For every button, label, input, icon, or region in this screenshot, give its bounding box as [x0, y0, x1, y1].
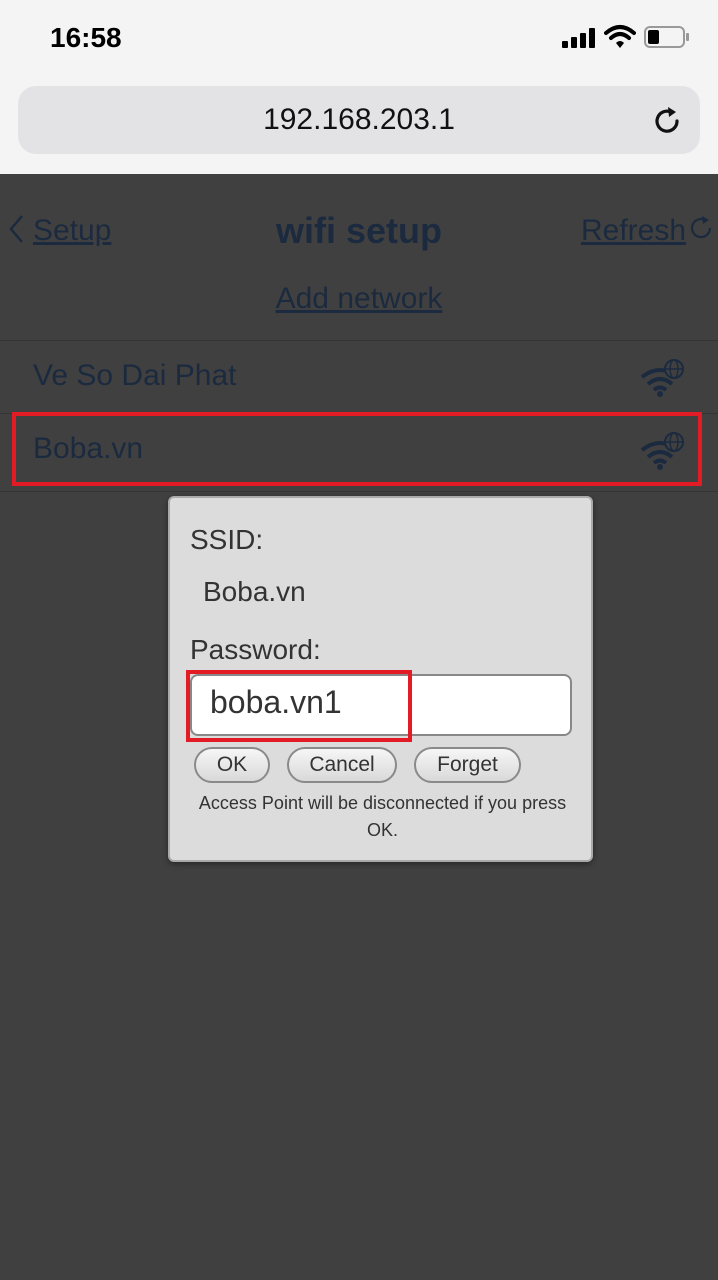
refresh-link[interactable]: Refresh — [581, 214, 686, 248]
password-field[interactable]: boba.vn1 — [190, 674, 572, 736]
ssid-value: Boba.vn — [203, 576, 306, 607]
wifi-icon — [604, 25, 636, 48]
url-text[interactable]: 192.168.203.1 — [18, 86, 700, 154]
status-bar: 16:58 — [0, 0, 718, 78]
password-label: Password: — [190, 634, 321, 665]
signal-icon — [562, 28, 595, 48]
cancel-button[interactable]: Cancel — [287, 747, 397, 783]
selected-network-highlight — [12, 412, 702, 486]
wifi-password-dialog: SSID: Boba.vn Password: boba.vn1 OK Canc… — [168, 496, 593, 862]
browser-toolbar: 192.168.203.1 — [0, 78, 718, 174]
disconnect-note: Access Point will be disconnected if you… — [198, 793, 567, 840]
ssid-label: SSID: — [190, 524, 264, 555]
wifi-globe-icon — [640, 359, 684, 397]
network-ssid: Ve So Dai Phat — [33, 359, 237, 392]
reload-icon[interactable] — [650, 104, 684, 138]
status-time: 16:58 — [50, 22, 122, 53]
refresh-icon[interactable] — [687, 214, 715, 242]
network-item-ve-so-dai-phat[interactable]: Ve So Dai Phat — [0, 341, 718, 411]
ok-button[interactable]: OK — [194, 747, 270, 783]
add-network-link[interactable]: Add network — [0, 282, 718, 316]
address-bar[interactable]: 192.168.203.1 — [18, 86, 700, 154]
forget-button[interactable]: Forget — [414, 747, 521, 783]
battery-icon — [644, 26, 689, 48]
